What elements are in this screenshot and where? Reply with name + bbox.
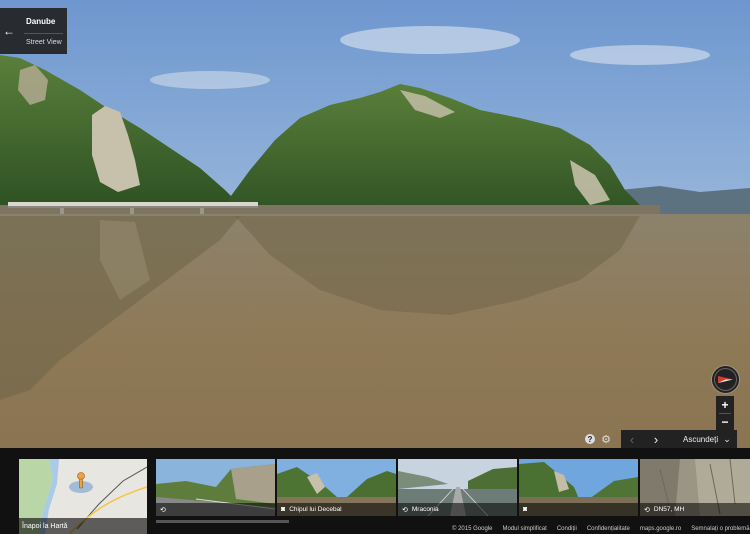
360-icon: ⟲	[402, 506, 408, 514]
street-view-panorama[interactable]	[0, 0, 750, 448]
footer-link-privacy[interactable]: Confidențialitate	[587, 526, 630, 534]
footer-link-report-problem[interactable]: Semnalați o problemă	[691, 526, 749, 534]
filmstrip: Înapoi la Hartă ⟲ ◙ Chipul lui Decebal ⟲…	[0, 448, 750, 534]
footer-link-maps-domain[interactable]: maps.google.ro	[640, 526, 681, 534]
compass-icon[interactable]	[712, 366, 739, 393]
360-icon: ⟲	[644, 506, 650, 514]
footer: © 2015 Google Modul simplificat Condiții…	[452, 526, 750, 534]
previous-button[interactable]: ‹	[625, 430, 639, 448]
thumbnail-label: ⟲ DN57, MH	[640, 503, 750, 516]
thumbnail-label: ◙ Chipul lui Decebal	[277, 503, 396, 516]
photo-thumbnail[interactable]: ◙	[519, 459, 638, 516]
location-title: Danube	[26, 17, 56, 26]
photo-thumbnail[interactable]: ⟲	[156, 459, 275, 516]
camera-icon: ◙	[281, 506, 286, 513]
copyright: © 2015 Google	[452, 526, 493, 532]
360-icon: ⟲	[160, 506, 166, 514]
thumbnail-label: ⟲	[156, 503, 275, 516]
location-card: ← Danube Street View	[0, 8, 67, 54]
filmstrip-scrollbar[interactable]	[156, 520, 289, 523]
zoom-control: + −	[716, 396, 734, 430]
hide-filmstrip-button[interactable]: Ascundeți	[683, 430, 718, 448]
zoom-out-button[interactable]: −	[716, 413, 734, 430]
footer-link-terms[interactable]: Condiții	[557, 526, 577, 534]
photo-thumbnail[interactable]: ⟲ DN57, MH	[640, 459, 750, 516]
back-arrow-icon[interactable]: ←	[0, 8, 18, 54]
filmstrip-nav: ‹ › Ascundeți ⌄	[621, 430, 737, 448]
zoom-in-button[interactable]: +	[716, 396, 734, 413]
location-subtitle: Street View	[26, 39, 62, 46]
camera-icon: ◙	[523, 506, 528, 513]
photo-thumbnail[interactable]: ⟲ Mraconia	[398, 459, 517, 516]
divider	[719, 413, 731, 414]
next-button[interactable]: ›	[649, 430, 663, 448]
gear-icon[interactable]: ⚙	[600, 433, 612, 446]
help-icon[interactable]: ?	[585, 434, 595, 444]
footer-link-lite-mode[interactable]: Modul simplificat	[502, 526, 546, 534]
back-to-map-label: Înapoi la Hartă	[19, 518, 147, 534]
thumbnail-label: ⟲ Mraconia	[398, 503, 517, 516]
chevron-down-icon[interactable]: ⌄	[722, 430, 732, 448]
thumbnail-label: ◙	[519, 503, 638, 516]
panorama-image	[0, 0, 750, 448]
back-to-map-thumbnail[interactable]: Înapoi la Hartă	[19, 459, 147, 534]
photo-thumbnail[interactable]: ◙ Chipul lui Decebal	[277, 459, 396, 516]
divider	[24, 33, 63, 34]
